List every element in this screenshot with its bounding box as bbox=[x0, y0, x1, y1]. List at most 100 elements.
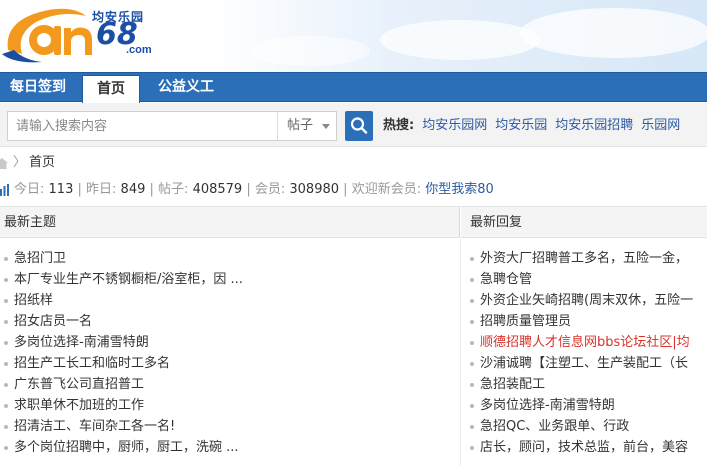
list-item: 招清洁工、车间杂工各一名! bbox=[0, 416, 458, 437]
hot-search-link[interactable]: 均安乐园招聘 bbox=[555, 118, 633, 133]
bullet-dot-icon bbox=[470, 362, 474, 366]
bullet-dot-icon bbox=[4, 362, 8, 366]
list-item: 急招QC、业务跟单、行政 bbox=[466, 416, 707, 437]
stats-members-label: 会员: bbox=[254, 182, 286, 197]
stats-welcome-label: 欢迎新会员: bbox=[351, 182, 422, 197]
stats-posts-value: 408579 bbox=[192, 182, 243, 197]
home-icon[interactable] bbox=[0, 158, 8, 169]
stats-yesterday-label: 昨日: bbox=[86, 182, 117, 197]
reply-link-highlighted[interactable]: 顺德招聘人才信息网bbs论坛社区|均 bbox=[480, 335, 690, 350]
topic-link[interactable]: 招生产工长工和临时工多名 bbox=[14, 356, 170, 371]
bullet-dot-icon bbox=[4, 320, 8, 324]
topic-link[interactable]: 多岗位选择-南浦雪特朗 bbox=[14, 335, 149, 350]
topic-link[interactable]: 广东普飞公司直招普工 bbox=[14, 377, 144, 392]
search-input[interactable] bbox=[8, 112, 276, 140]
list-item: 多个岗位招聘中，厨师，厨工，洗碗 ... bbox=[0, 437, 458, 458]
panel-divider bbox=[460, 238, 461, 466]
bullet-dot-icon bbox=[4, 404, 8, 408]
reply-link[interactable]: 外资企业矢崎招聘(周末双休，五险一 bbox=[480, 293, 693, 308]
search-icon bbox=[350, 117, 368, 134]
chevron-down-icon bbox=[322, 124, 330, 129]
stats-separator: | bbox=[339, 182, 352, 197]
latest-replies-list: 外资大厂招聘普工多名，五险一金， 急聘仓管 外资企业矢崎招聘(周末双休，五险一 … bbox=[466, 248, 707, 458]
breadcrumb-separator: 〉 bbox=[13, 155, 27, 170]
nav-item-checkin[interactable]: 每日签到 bbox=[0, 73, 76, 102]
reply-link[interactable]: 店长，顾问，技术总监，前台，美容 bbox=[480, 440, 688, 455]
bullet-dot-icon bbox=[4, 299, 8, 303]
hot-search-link[interactable]: 乐园网 bbox=[641, 118, 680, 133]
hot-search: 热搜: 均安乐园网 均安乐园 均安乐园招聘 乐园网 bbox=[383, 111, 680, 141]
bullet-dot-icon bbox=[4, 341, 8, 345]
list-item: 广东普飞公司直招普工 bbox=[0, 374, 458, 395]
list-item: 急招装配工 bbox=[466, 374, 707, 395]
newest-member-link[interactable]: 你型我索80 bbox=[425, 182, 494, 197]
list-item: 招女店员一名 bbox=[0, 311, 458, 332]
list-item: 招生产工长工和临时工多名 bbox=[0, 353, 458, 374]
hot-search-label: 热搜: bbox=[383, 118, 415, 133]
list-item: 外资大厂招聘普工多名，五险一金， bbox=[466, 248, 707, 269]
stats-members-value: 308980 bbox=[289, 182, 340, 197]
hot-search-link[interactable]: 均安乐园 bbox=[495, 118, 547, 133]
search-box: 帖子 bbox=[7, 111, 337, 141]
bullet-dot-icon bbox=[4, 425, 8, 429]
list-item: 求职单休不加班的工作 bbox=[0, 395, 458, 416]
bullet-dot-icon bbox=[470, 257, 474, 261]
bullet-dot-icon bbox=[470, 341, 474, 345]
chart-bars-icon bbox=[0, 184, 9, 196]
site-logo[interactable]: 68 bbox=[0, 2, 170, 68]
list-item: 本厂专业生产不锈钢橱柜/浴室柜，因 ... bbox=[0, 269, 458, 290]
stats-text: 今日: 113 | 昨日: 849 | 帖子: 408579 | 会员: 308… bbox=[14, 179, 494, 201]
main-nav: 每日签到 首页 公益义工 bbox=[0, 72, 707, 103]
stats-today-label: 今日: bbox=[14, 182, 45, 197]
topic-link[interactable]: 多个岗位招聘中，厨师，厨工，洗碗 ... bbox=[14, 440, 239, 455]
stats-separator: | bbox=[242, 182, 255, 197]
bullet-dot-icon bbox=[4, 446, 8, 450]
reply-link[interactable]: 招聘质量管理员 bbox=[480, 314, 571, 329]
list-item: 多岗位选择-南浦雪特朗 bbox=[0, 332, 458, 353]
search-bar: 帖子 热搜: 均安乐园网均安乐园均安乐园招聘乐园网 bbox=[0, 103, 707, 147]
list-item: 沙浦诚聘【注塑工、生产装配工（长 bbox=[466, 353, 707, 374]
reply-link[interactable]: 多岗位选择-南浦雪特朗 bbox=[480, 398, 615, 413]
latest-topics-header: 最新主题 bbox=[0, 206, 460, 238]
latest-replies-header: 最新回复 bbox=[461, 206, 707, 238]
hot-search-link[interactable]: 均安乐园网 bbox=[422, 118, 487, 133]
reply-link[interactable]: 沙浦诚聘【注塑工、生产装配工（长 bbox=[480, 356, 688, 371]
list-item: 多岗位选择-南浦雪特朗 bbox=[466, 395, 707, 416]
topic-link[interactable]: 招女店员一名 bbox=[14, 314, 92, 329]
bullet-dot-icon bbox=[4, 383, 8, 387]
bullet-dot-icon bbox=[470, 383, 474, 387]
stats-posts-label: 帖子: bbox=[158, 182, 189, 197]
reply-link[interactable]: 外资大厂招聘普工多名，五险一金， bbox=[480, 251, 688, 266]
nav-item-volunteer[interactable]: 公益义工 bbox=[148, 73, 224, 102]
reply-link[interactable]: 急聘仓管 bbox=[480, 272, 532, 287]
list-item: 外资企业矢崎招聘(周末双休，五险一 bbox=[466, 290, 707, 311]
stats-separator: | bbox=[145, 182, 159, 197]
list-item: 急聘仓管 bbox=[466, 269, 707, 290]
logo-domain: .com bbox=[126, 44, 152, 56]
stats-today-value: 113 bbox=[48, 182, 74, 197]
stats-separator: | bbox=[73, 182, 87, 197]
topic-link[interactable]: 招清洁工、车间杂工各一名! bbox=[14, 419, 175, 434]
topic-link[interactable]: 求职单休不加班的工作 bbox=[14, 398, 144, 413]
bullet-dot-icon bbox=[4, 257, 8, 261]
search-type-label: 帖子 bbox=[287, 118, 314, 133]
topic-link[interactable]: 招纸样 bbox=[14, 293, 53, 308]
topic-link[interactable]: 本厂专业生产不锈钢橱柜/浴室柜，因 ... bbox=[14, 272, 243, 287]
bullet-dot-icon bbox=[470, 425, 474, 429]
bullet-dot-icon bbox=[4, 278, 8, 282]
nav-item-home[interactable]: 首页 bbox=[82, 75, 140, 103]
topic-link[interactable]: 急招门卫 bbox=[14, 251, 66, 266]
search-button[interactable] bbox=[345, 111, 373, 141]
latest-topics-list: 急招门卫 本厂专业生产不锈钢橱柜/浴室柜，因 ... 招纸样 招女店员一名 多岗… bbox=[0, 248, 458, 458]
list-item: 急招门卫 bbox=[0, 248, 458, 269]
bullet-dot-icon bbox=[470, 278, 474, 282]
list-item: 店长，顾问，技术总监，前台，美容 bbox=[466, 437, 707, 458]
stats-yesterday-value: 849 bbox=[120, 182, 146, 197]
search-type-select[interactable]: 帖子 bbox=[277, 112, 337, 140]
reply-link[interactable]: 急招QC、业务跟单、行政 bbox=[480, 419, 629, 434]
bullet-dot-icon bbox=[470, 446, 474, 450]
reply-link[interactable]: 急招装配工 bbox=[480, 377, 545, 392]
header-cloud-decoration bbox=[380, 20, 540, 60]
bullet-dot-icon bbox=[470, 320, 474, 324]
header-cloud-decoration bbox=[520, 8, 707, 58]
